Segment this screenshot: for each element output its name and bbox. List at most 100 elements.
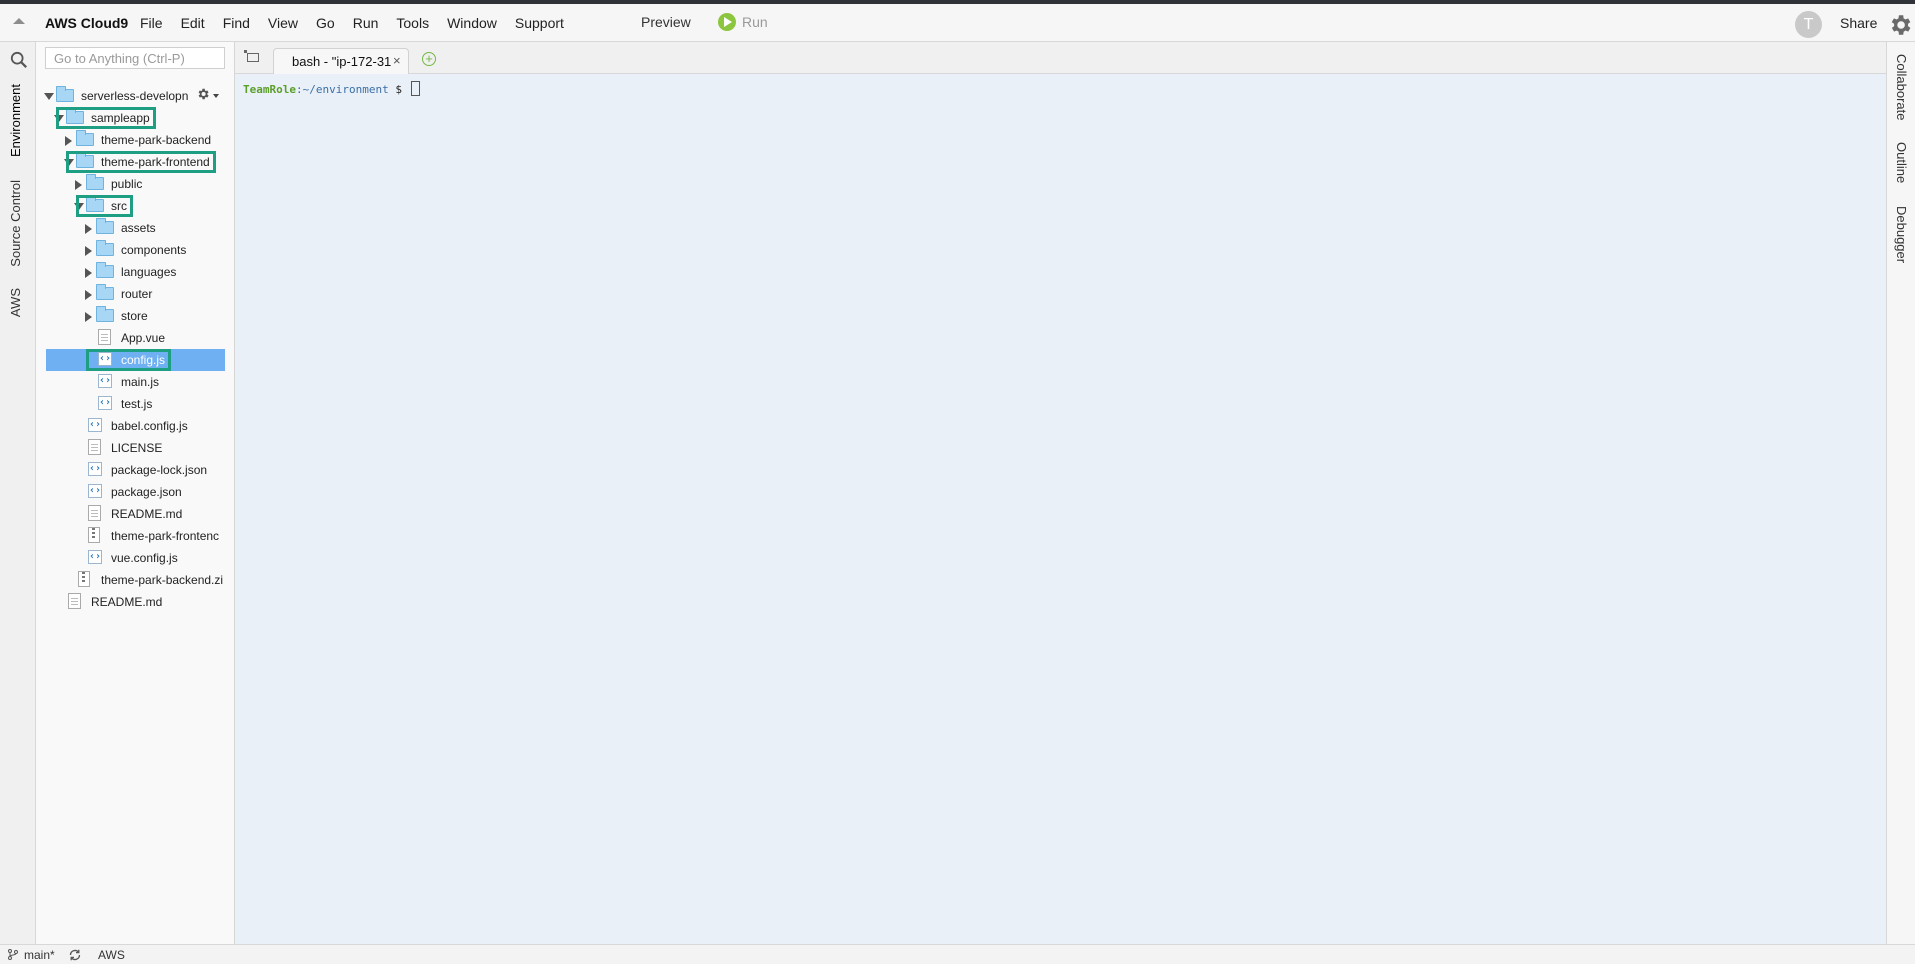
tree-item-label: package.json (111, 485, 182, 499)
tab-outline[interactable]: Outline (1894, 142, 1909, 183)
tree-item[interactable]: assets (36, 217, 235, 239)
text-file-icon (88, 439, 101, 455)
tree-item[interactable]: languages (36, 261, 235, 283)
preferences-gear-icon[interactable] (1887, 12, 1913, 38)
menu-run[interactable]: Run (353, 15, 379, 31)
sync-icon[interactable] (68, 948, 82, 962)
search-icon[interactable] (10, 51, 28, 69)
text-file-icon (68, 593, 81, 609)
tree-item[interactable]: ‹› package-lock.json (36, 459, 235, 481)
tree-item-label: README.md (111, 507, 183, 521)
collapse-menu-icon[interactable] (13, 18, 25, 24)
preview-button[interactable]: Preview (641, 14, 691, 30)
tree-item-label: main.js (121, 375, 160, 389)
tree-item[interactable]: ‹› config.js (36, 349, 235, 371)
tree-item[interactable]: ‹› main.js (36, 371, 235, 393)
file-tree-panel: serverless-developn sampleapp theme-park-b… (36, 42, 235, 944)
share-button[interactable]: Share (1840, 15, 1877, 31)
menu-go[interactable]: Go (316, 15, 335, 31)
tree-item[interactable]: App.vue (36, 327, 235, 349)
terminal-cursor (410, 81, 420, 96)
editor-tab-bar: bash - "ip-172-31 × + (235, 42, 1886, 74)
tree-item[interactable]: ‹› package.json (36, 481, 235, 503)
expand-arrow-icon[interactable] (85, 246, 92, 256)
tree-item[interactable]: theme-park-backend (36, 129, 235, 151)
text-file-icon (88, 505, 101, 521)
folder-icon (76, 130, 94, 146)
menu-window[interactable]: Window (447, 15, 497, 31)
tab-aws[interactable]: AWS (8, 288, 23, 317)
tree-item-label: babel.config.js (111, 419, 188, 433)
run-icon (718, 13, 736, 31)
menu-edit[interactable]: Edit (181, 15, 205, 31)
code-file-icon: ‹› (88, 550, 102, 564)
tab-environment[interactable]: Environment (8, 84, 23, 157)
collapse-arrow-icon[interactable] (44, 93, 54, 100)
tree-item[interactable]: ‹› babel.config.js (36, 415, 235, 437)
prompt-symbol: $ (388, 83, 409, 96)
tree-item[interactable]: serverless-developn (36, 85, 235, 107)
tree-item-label: test.js (121, 397, 153, 411)
menu-bar: AWS Cloud9 File Edit Find View Go Run To… (0, 4, 1915, 42)
left-panel-rail: Environment Source Control AWS (0, 42, 36, 944)
tree-item-label: theme-park-frontenc (111, 529, 220, 543)
terminal-menu-icon[interactable] (244, 50, 259, 62)
run-button[interactable]: Run (718, 13, 768, 31)
menu-view[interactable]: View (268, 15, 298, 31)
tree-item[interactable]: sampleapp (36, 107, 235, 129)
tree-item[interactable]: ‹› test.js (36, 393, 235, 415)
tree-settings-caret-icon[interactable] (213, 94, 219, 98)
tree-settings-gear-icon[interactable] (196, 87, 210, 101)
tree-item[interactable]: store (36, 305, 235, 327)
tree-item[interactable]: theme-park-frontend (36, 151, 235, 173)
tree-item-label: App.vue (121, 331, 166, 345)
tree-item-label: assets (121, 221, 156, 235)
prompt-colon: : (295, 83, 303, 96)
folder-icon (96, 262, 114, 278)
add-tab-icon[interactable]: + (422, 52, 436, 66)
tree-item[interactable]: ‹› vue.config.js (36, 547, 235, 569)
go-to-anything-input[interactable] (45, 47, 225, 69)
tab-bash-terminal[interactable]: bash - "ip-172-31 × (273, 48, 409, 74)
git-branch[interactable]: main* (24, 948, 55, 962)
tree-item[interactable]: LICENSE (36, 437, 235, 459)
menu-find[interactable]: Find (223, 15, 250, 31)
tree-item[interactable]: src (36, 195, 235, 217)
code-file-icon: ‹› (98, 374, 112, 388)
tab-collaborate[interactable]: Collaborate (1894, 54, 1909, 121)
tree-item[interactable]: theme-park-frontenc (36, 525, 235, 547)
tree-item-label: theme-park-backend.zi (101, 573, 224, 587)
aws-status[interactable]: AWS (98, 948, 125, 962)
app-brand[interactable]: AWS Cloud9 (45, 15, 128, 31)
tree-item[interactable]: theme-park-backend.zi (36, 569, 235, 591)
tree-item[interactable]: router (36, 283, 235, 305)
prompt-role: TeamRole (243, 83, 296, 96)
tree-item[interactable]: components (36, 239, 235, 261)
tree-item-label: components (121, 243, 187, 257)
menu-support[interactable]: Support (515, 15, 564, 31)
menu-file[interactable]: File (140, 15, 163, 31)
git-branch-icon (8, 949, 18, 960)
expand-arrow-icon[interactable] (85, 268, 92, 278)
expand-arrow-icon[interactable] (65, 136, 72, 146)
tree-item-label: public (111, 177, 143, 191)
expand-arrow-icon[interactable] (85, 312, 92, 322)
tab-debugger[interactable]: Debugger (1894, 206, 1909, 263)
annotation-highlight-box (76, 195, 133, 217)
folder-icon (96, 284, 114, 300)
right-panel-rail: Collaborate Outline Debugger (1886, 42, 1915, 944)
expand-arrow-icon[interactable] (85, 224, 92, 234)
tree-item[interactable]: README.md (36, 503, 235, 525)
expand-arrow-icon[interactable] (75, 180, 82, 190)
user-avatar[interactable]: T (1795, 11, 1822, 38)
menu-tools[interactable]: Tools (396, 15, 429, 31)
tree-item-label: LICENSE (111, 441, 163, 455)
tree-item-label: README.md (91, 595, 163, 609)
tree-item-label: store (121, 309, 148, 323)
terminal-pane[interactable]: TeamRole:~/environment $ (235, 74, 1886, 944)
tree-item[interactable]: public (36, 173, 235, 195)
close-tab-icon[interactable]: × (393, 53, 401, 68)
tab-source-control[interactable]: Source Control (8, 180, 23, 267)
tree-item[interactable]: README.md (36, 591, 235, 613)
expand-arrow-icon[interactable] (85, 290, 92, 300)
